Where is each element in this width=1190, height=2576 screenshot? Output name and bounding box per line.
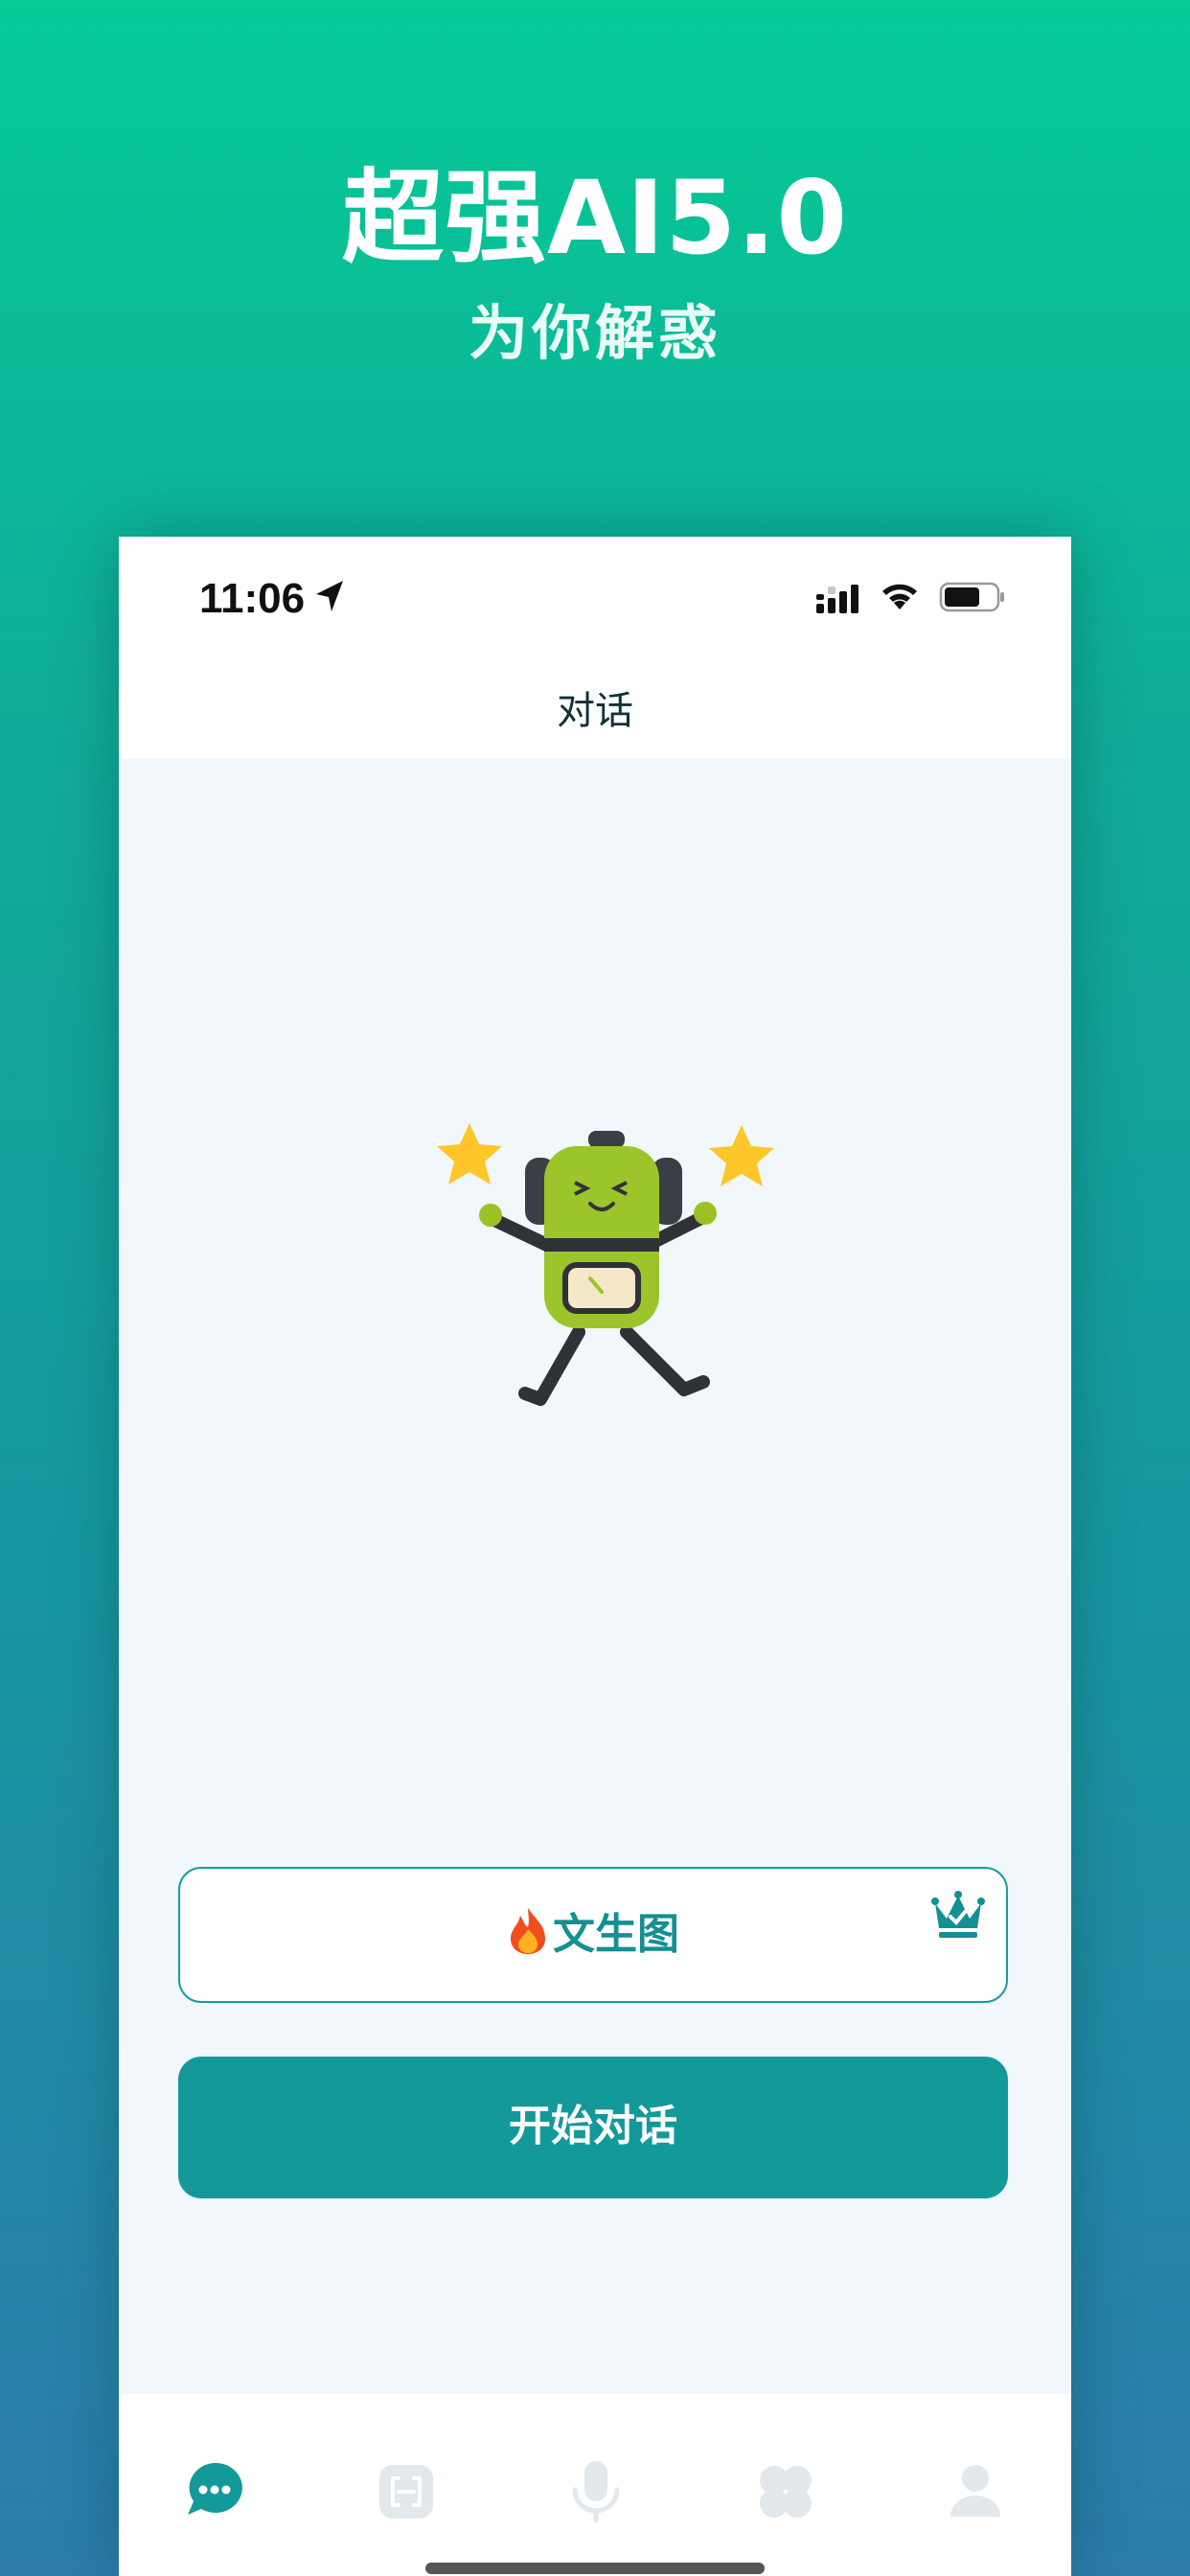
star-icon [437,1123,502,1184]
chat-bubble-icon[interactable] [176,2453,253,2530]
fire-icon [511,1908,545,1954]
battery-icon [939,582,1004,612]
status-bar: 11:06 [119,537,1071,663]
phone-screen: 11:06 对话 文生图 开始对话 [119,537,1071,2576]
home-indicator[interactable] [425,2563,765,2574]
robot-mascot-illustration [437,1123,774,1406]
apps-grid-icon[interactable] [747,2453,824,2530]
location-arrow-icon [316,581,343,611]
page-title: 对话 [557,689,633,733]
star-icon [709,1125,774,1186]
start-chat-button[interactable]: 开始对话 [178,2057,1008,2198]
promo-subheadline: 为你解惑 [468,298,721,368]
profile-icon[interactable] [937,2453,1014,2530]
text-to-image-label: 文生图 [507,1905,679,1965]
text-to-image-text: 文生图 [553,1910,679,1959]
microphone-icon[interactable] [558,2453,634,2530]
tab-bar [119,2394,1071,2576]
status-time: 11:06 [199,575,306,622]
scan-icon[interactable] [368,2453,445,2530]
promo-headline: 超强AI5.0 [341,159,849,277]
text-to-image-button[interactable]: 文生图 [178,1867,1008,2003]
signal-icon [816,585,858,613]
wifi-icon [882,584,917,610]
crown-icon [931,1891,985,1938]
start-chat-label: 开始对话 [509,2102,677,2150]
nav-bar: 对话 [119,663,1071,759]
